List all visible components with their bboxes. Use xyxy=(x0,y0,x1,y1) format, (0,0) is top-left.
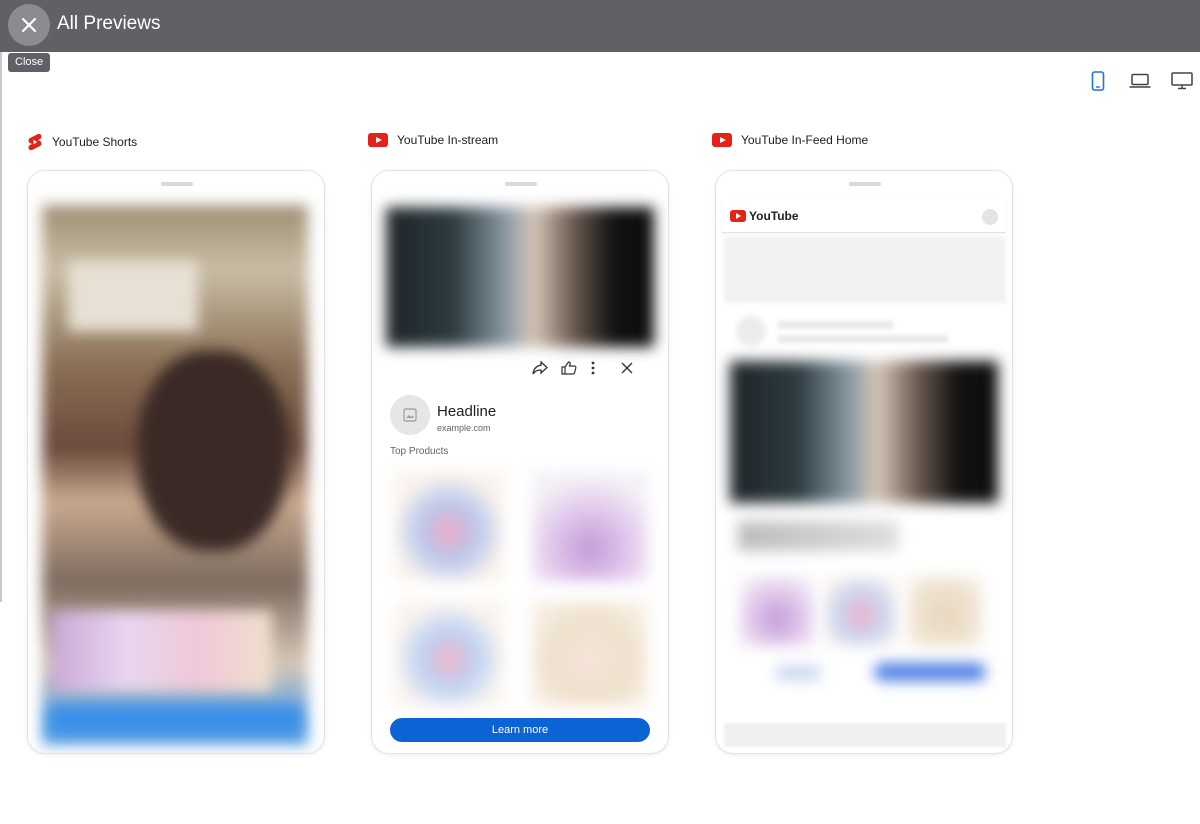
close-button[interactable] xyxy=(8,4,50,46)
instream-video xyxy=(386,207,654,347)
product-tile xyxy=(394,601,504,706)
phone-notch xyxy=(849,182,881,186)
share-icon[interactable] xyxy=(532,361,548,375)
shorts-preview-frame xyxy=(27,170,325,754)
top-bar: All Previews xyxy=(0,0,1200,52)
feed-placeholder-line xyxy=(778,321,893,329)
shorts-face xyxy=(138,351,288,551)
page-title: All Previews xyxy=(57,13,161,34)
instream-preview-frame: Headline example.com Top Products Learn … xyxy=(371,170,669,754)
shorts-cta-bar xyxy=(50,706,300,732)
preview-label-text: YouTube In-Feed Home xyxy=(741,133,869,147)
thumbs-up-icon[interactable] xyxy=(561,361,577,375)
feed-cta-button xyxy=(874,663,986,681)
phone-icon xyxy=(1091,71,1105,91)
youtube-logo: YouTube xyxy=(730,209,799,223)
preview-label-infeed: YouTube In-Feed Home xyxy=(712,133,868,147)
monitor-icon xyxy=(1171,72,1193,90)
video-controls xyxy=(532,361,633,375)
feed-ad-details xyxy=(738,521,898,551)
more-vert-icon[interactable] xyxy=(590,361,596,375)
desktop-view-toggle[interactable] xyxy=(1169,68,1195,94)
shorts-caption-box xyxy=(68,261,198,331)
shorts-products xyxy=(52,611,272,691)
learn-more-button[interactable]: Learn more xyxy=(390,718,650,742)
close-tooltip: Close xyxy=(8,53,51,72)
product-tile xyxy=(532,471,648,581)
close-icon[interactable] xyxy=(609,361,633,375)
advertiser-avatar xyxy=(390,395,430,435)
preview-label-text: YouTube Shorts xyxy=(52,135,138,149)
preview-label-text: YouTube In-stream xyxy=(397,133,499,147)
youtube-icon xyxy=(712,133,732,147)
product-tile xyxy=(532,601,648,706)
feed-product-tile xyxy=(740,576,814,646)
preview-label-instream: YouTube In-stream xyxy=(368,133,498,147)
phone-notch xyxy=(505,182,537,186)
phone-notch xyxy=(161,182,193,186)
product-tile xyxy=(394,471,504,581)
youtube-logo-text: YouTube xyxy=(749,209,799,223)
top-products-label: Top Products xyxy=(390,446,449,457)
feed-product-tile xyxy=(824,576,898,646)
feed-placeholder-banner xyxy=(724,237,1006,303)
ad-headline: Headline xyxy=(437,403,497,420)
image-placeholder-icon xyxy=(403,408,417,422)
infeed-preview-frame: YouTube xyxy=(715,170,1013,754)
account-avatar[interactable] xyxy=(982,209,998,225)
feed-placeholder-avatar xyxy=(736,316,766,346)
feed-product-tile xyxy=(908,576,982,646)
feed-secondary-button xyxy=(776,666,820,680)
preview-label-shorts: YouTube Shorts xyxy=(27,133,137,151)
laptop-view-toggle[interactable] xyxy=(1127,68,1153,94)
youtube-app-header: YouTube xyxy=(722,199,1006,233)
youtube-icon xyxy=(730,210,746,222)
youtube-shorts-icon xyxy=(28,134,42,150)
divider xyxy=(0,52,2,602)
laptop-icon xyxy=(1129,73,1151,88)
feed-placeholder-line xyxy=(778,335,948,343)
feed-bottom-bar xyxy=(724,723,1006,747)
youtube-icon xyxy=(368,133,388,147)
close-icon xyxy=(22,18,36,32)
mobile-view-toggle[interactable] xyxy=(1085,68,1111,94)
feed-ad-video xyxy=(730,361,998,503)
ad-domain: example.com xyxy=(437,423,491,433)
